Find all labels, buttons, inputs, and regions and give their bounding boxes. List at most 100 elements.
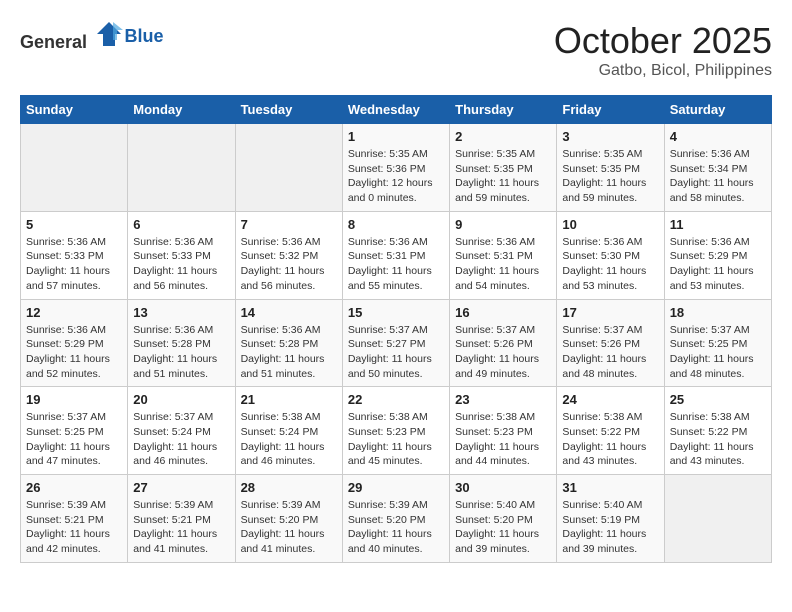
cell-sun-info: Sunrise: 5:37 AMSunset: 5:26 PMDaylight:… [455, 323, 551, 382]
calendar-cell: 9 Sunrise: 5:36 AMSunset: 5:31 PMDaylight… [450, 211, 557, 299]
calendar-cell: 28 Sunrise: 5:39 AMSunset: 5:20 PMDayligh… [235, 475, 342, 563]
cell-sun-info: Sunrise: 5:40 AMSunset: 5:20 PMDaylight:… [455, 498, 551, 557]
cell-sun-info: Sunrise: 5:36 AMSunset: 5:31 PMDaylight:… [455, 235, 551, 294]
day-number: 27 [133, 480, 229, 495]
calendar-cell: 16 Sunrise: 5:37 AMSunset: 5:26 PMDayligh… [450, 299, 557, 387]
cell-sun-info: Sunrise: 5:36 AMSunset: 5:31 PMDaylight:… [348, 235, 444, 294]
cell-sun-info: Sunrise: 5:37 AMSunset: 5:25 PMDaylight:… [26, 410, 122, 469]
calendar-cell [128, 124, 235, 212]
cell-sun-info: Sunrise: 5:35 AMSunset: 5:35 PMDaylight:… [455, 147, 551, 206]
cell-sun-info: Sunrise: 5:36 AMSunset: 5:29 PMDaylight:… [26, 323, 122, 382]
calendar-cell: 13Sunrise: 5:36 AMSunset: 5:28 PMDayligh… [128, 299, 235, 387]
calendar-cell: 1 Sunrise: 5:35 AMSunset: 5:36 PMDaylight… [342, 124, 449, 212]
cell-sun-info: Sunrise: 5:36 AMSunset: 5:32 PMDaylight:… [241, 235, 337, 294]
calendar-cell: 20 Sunrise: 5:37 AMSunset: 5:24 PMDayligh… [128, 387, 235, 475]
calendar-cell: 15Sunrise: 5:37 AMSunset: 5:27 PMDayligh… [342, 299, 449, 387]
calendar-cell: 30 Sunrise: 5:40 AMSunset: 5:20 PMDayligh… [450, 475, 557, 563]
page-header: General Blue October 2025 Gatbo, Bicol, … [20, 20, 772, 80]
day-number: 20 [133, 392, 229, 407]
day-number: 15 [348, 305, 444, 320]
calendar-table: SundayMondayTuesdayWednesdayThursdayFrid… [20, 95, 772, 563]
day-number: 1 [348, 129, 444, 144]
day-number: 17 [562, 305, 658, 320]
cell-sun-info: Sunrise: 5:37 AMSunset: 5:26 PMDaylight:… [562, 323, 658, 382]
day-number: 24 [562, 392, 658, 407]
day-number: 4 [670, 129, 766, 144]
calendar-cell: 14Sunrise: 5:36 AMSunset: 5:28 PMDayligh… [235, 299, 342, 387]
logo-icon [95, 20, 123, 48]
logo-general: General [20, 32, 87, 52]
calendar-cell: 5 Sunrise: 5:36 AMSunset: 5:33 PMDaylight… [21, 211, 128, 299]
cell-sun-info: Sunrise: 5:37 AMSunset: 5:24 PMDaylight:… [133, 410, 229, 469]
cell-sun-info: Sunrise: 5:39 AMSunset: 5:20 PMDaylight:… [241, 498, 337, 557]
cell-sun-info: Sunrise: 5:38 AMSunset: 5:23 PMDaylight:… [348, 410, 444, 469]
day-number: 25 [670, 392, 766, 407]
day-number: 9 [455, 217, 551, 232]
day-number: 30 [455, 480, 551, 495]
cell-sun-info: Sunrise: 5:38 AMSunset: 5:22 PMDaylight:… [562, 410, 658, 469]
location-title: Gatbo, Bicol, Philippines [554, 62, 772, 80]
cell-sun-info: Sunrise: 5:38 AMSunset: 5:24 PMDaylight:… [241, 410, 337, 469]
month-title: October 2025 [554, 20, 772, 62]
calendar-cell: 3Sunrise: 5:35 AMSunset: 5:35 PMDaylight… [557, 124, 664, 212]
logo-text: General [20, 20, 123, 53]
day-number: 23 [455, 392, 551, 407]
cell-sun-info: Sunrise: 5:36 AMSunset: 5:33 PMDaylight:… [133, 235, 229, 294]
calendar-cell [21, 124, 128, 212]
title-block: October 2025 Gatbo, Bicol, Philippines [554, 20, 772, 80]
day-number: 12 [26, 305, 122, 320]
weekday-header-tuesday: Tuesday [235, 96, 342, 124]
calendar-cell: 22 Sunrise: 5:38 AMSunset: 5:23 PMDayligh… [342, 387, 449, 475]
day-number: 21 [241, 392, 337, 407]
cell-sun-info: Sunrise: 5:38 AMSunset: 5:22 PMDaylight:… [670, 410, 766, 469]
calendar-cell: 10 Sunrise: 5:36 AMSunset: 5:30 PMDayligh… [557, 211, 664, 299]
day-number: 31 [562, 480, 658, 495]
weekday-header-row: SundayMondayTuesdayWednesdayThursdayFrid… [21, 96, 772, 124]
weekday-header-sunday: Sunday [21, 96, 128, 124]
calendar-cell: 31Sunrise: 5:40 AMSunset: 5:19 PMDayligh… [557, 475, 664, 563]
day-number: 28 [241, 480, 337, 495]
calendar-cell: 19 Sunrise: 5:37 AMSunset: 5:25 PMDayligh… [21, 387, 128, 475]
day-number: 13 [133, 305, 229, 320]
cell-sun-info: Sunrise: 5:37 AMSunset: 5:25 PMDaylight:… [670, 323, 766, 382]
calendar-cell: 4 Sunrise: 5:36 AMSunset: 5:34 PMDaylight… [664, 124, 771, 212]
cell-sun-info: Sunrise: 5:35 AMSunset: 5:35 PMDaylight:… [562, 147, 658, 206]
calendar-cell: 6 Sunrise: 5:36 AMSunset: 5:33 PMDaylight… [128, 211, 235, 299]
cell-sun-info: Sunrise: 5:39 AMSunset: 5:20 PMDaylight:… [348, 498, 444, 557]
cell-sun-info: Sunrise: 5:39 AMSunset: 5:21 PMDaylight:… [133, 498, 229, 557]
day-number: 6 [133, 217, 229, 232]
logo-blue: Blue [125, 26, 164, 47]
cell-sun-info: Sunrise: 5:36 AMSunset: 5:33 PMDaylight:… [26, 235, 122, 294]
calendar-cell: 27 Sunrise: 5:39 AMSunset: 5:21 PMDayligh… [128, 475, 235, 563]
weekday-header-monday: Monday [128, 96, 235, 124]
weekday-header-wednesday: Wednesday [342, 96, 449, 124]
calendar-cell: 8 Sunrise: 5:36 AMSunset: 5:31 PMDaylight… [342, 211, 449, 299]
cell-sun-info: Sunrise: 5:36 AMSunset: 5:30 PMDaylight:… [562, 235, 658, 294]
cell-sun-info: Sunrise: 5:36 AMSunset: 5:34 PMDaylight:… [670, 147, 766, 206]
day-number: 22 [348, 392, 444, 407]
calendar-cell: 23 Sunrise: 5:38 AMSunset: 5:23 PMDayligh… [450, 387, 557, 475]
day-number: 5 [26, 217, 122, 232]
weekday-header-friday: Friday [557, 96, 664, 124]
cell-sun-info: Sunrise: 5:35 AMSunset: 5:36 PMDaylight:… [348, 147, 444, 206]
day-number: 19 [26, 392, 122, 407]
calendar-cell: 17 Sunrise: 5:37 AMSunset: 5:26 PMDayligh… [557, 299, 664, 387]
day-number: 26 [26, 480, 122, 495]
calendar-week-row: 12 Sunrise: 5:36 AMSunset: 5:29 PMDayligh… [21, 299, 772, 387]
calendar-cell: 24 Sunrise: 5:38 AMSunset: 5:22 PMDayligh… [557, 387, 664, 475]
day-number: 10 [562, 217, 658, 232]
calendar-cell: 7Sunrise: 5:36 AMSunset: 5:32 PMDaylight… [235, 211, 342, 299]
calendar-cell: 11Sunrise: 5:36 AMSunset: 5:29 PMDayligh… [664, 211, 771, 299]
calendar-cell: 26Sunrise: 5:39 AMSunset: 5:21 PMDayligh… [21, 475, 128, 563]
calendar-week-row: 19 Sunrise: 5:37 AMSunset: 5:25 PMDayligh… [21, 387, 772, 475]
day-number: 8 [348, 217, 444, 232]
day-number: 18 [670, 305, 766, 320]
cell-sun-info: Sunrise: 5:38 AMSunset: 5:23 PMDaylight:… [455, 410, 551, 469]
day-number: 14 [241, 305, 337, 320]
day-number: 11 [670, 217, 766, 232]
calendar-cell [235, 124, 342, 212]
calendar-cell: 29Sunrise: 5:39 AMSunset: 5:20 PMDayligh… [342, 475, 449, 563]
logo: General Blue [20, 20, 164, 53]
day-number: 16 [455, 305, 551, 320]
calendar-cell [664, 475, 771, 563]
